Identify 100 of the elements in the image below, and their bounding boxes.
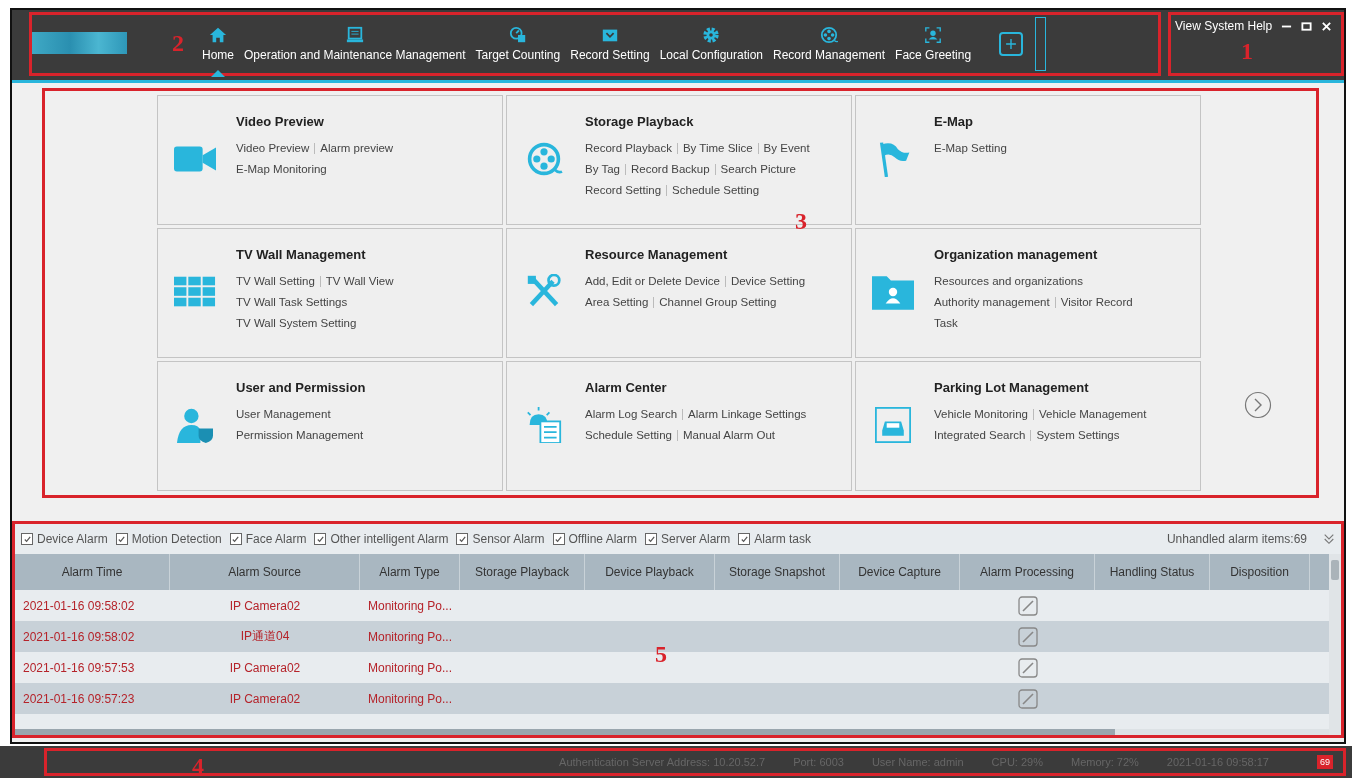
module-link[interactable]: Task — [934, 313, 958, 334]
module-link[interactable]: By Tag — [585, 159, 620, 180]
module-link[interactable]: Schedule Setting — [672, 180, 760, 201]
module-link[interactable]: Area Setting — [585, 292, 649, 313]
module-title: Organization management — [934, 247, 1098, 262]
module-link[interactable]: Permission Management — [236, 425, 364, 446]
module-link[interactable]: Schedule Setting — [585, 425, 672, 446]
module-link[interactable]: Alarm preview — [320, 138, 394, 159]
nav-tab[interactable]: Local Configuration — [655, 15, 768, 73]
user-shield-icon — [174, 407, 216, 443]
table-cell-text: Monitoring Po... — [367, 598, 454, 613]
module-link[interactable]: Resources and organizations — [934, 271, 1083, 292]
module-title: User and Permission — [236, 380, 366, 395]
add-button[interactable] — [999, 32, 1024, 56]
module-link[interactable]: Record Backup — [630, 159, 710, 180]
module-link[interactable]: Record Playback — [585, 138, 672, 159]
module-link[interactable]: E-Map Setting — [934, 138, 1007, 159]
module-title: TV Wall Management — [236, 247, 366, 262]
checkbox[interactable] — [21, 533, 33, 545]
module-link[interactable]: Vehicle Management — [1039, 404, 1147, 425]
chevron-right-icon — [1244, 391, 1272, 419]
filter-label: Device Alarm — [37, 532, 108, 546]
filter-label: Sensor Alarm — [472, 532, 545, 546]
module-link[interactable]: By Time Slice — [682, 138, 753, 159]
checkbox[interactable] — [229, 533, 242, 545]
menu-bar[interactable]: View System Help — [1175, 19, 1273, 33]
module-link[interactable]: Alarm Linkage Settings — [688, 404, 807, 425]
gauge-icon — [508, 26, 527, 44]
filter-checkbox[interactable]: Face Alarm — [229, 532, 307, 546]
table-cell-text: 2021-01-16 09:57:23 — [22, 691, 136, 706]
table-cell-text: 2021-01-16 09:57:53 — [22, 660, 136, 675]
table-cell-text: IP Camera02 — [228, 691, 302, 706]
table-cell-text: Monitoring Po... — [367, 691, 454, 706]
module-link[interactable]: TV Wall System Setting — [236, 313, 357, 334]
module-link[interactable]: TV Wall Task Settings — [236, 292, 348, 313]
module-link[interactable]: By Event — [763, 138, 810, 159]
checkbox[interactable] — [115, 533, 128, 545]
plus-icon — [1004, 37, 1019, 51]
checkbox[interactable] — [314, 533, 327, 545]
nav-tab[interactable]: Target Counting — [471, 15, 565, 73]
scroll-handle[interactable] — [1035, 17, 1047, 71]
car-icon — [872, 407, 914, 443]
horizontal-scrollbar[interactable] — [15, 729, 1329, 735]
module-link[interactable]: Search Picture — [720, 159, 796, 180]
vertical-scrollbar[interactable] — [1329, 554, 1341, 735]
checkbox[interactable] — [456, 533, 469, 545]
filter-label: Face Alarm — [245, 532, 307, 546]
callout-number: 2 — [172, 31, 184, 55]
alarm-count-badge[interactable]: 69 — [1317, 755, 1333, 769]
checkbox[interactable] — [645, 533, 657, 545]
table-cell-text: IP Camera02 — [228, 598, 302, 613]
filter-checkbox[interactable]: Offline Alarm — [552, 532, 637, 546]
module-link[interactable]: Add, Edit or Delete Device — [585, 271, 720, 292]
double-chevron-down-icon[interactable] — [1323, 533, 1335, 545]
module-link[interactable]: Manual Alarm Out — [682, 425, 775, 446]
module-title: Resource Management — [585, 247, 728, 262]
module-link[interactable]: E-Map Monitoring — [236, 159, 327, 180]
module-link[interactable]: Vehicle Monitoring — [934, 404, 1028, 425]
table-row[interactable]: 2021-01-16 09:57:23 IP Camera02 Monitoring Po... — [15, 683, 1329, 714]
callout-number: 3 — [795, 209, 807, 233]
folder-user-icon — [872, 274, 914, 310]
checkbox[interactable] — [738, 533, 751, 545]
monitor-icon — [345, 26, 364, 44]
table-cell-text: IP Camera02 — [228, 660, 302, 675]
table-cell-text: Monitoring Po... — [367, 629, 454, 644]
next-page-button[interactable] — [1244, 391, 1272, 419]
table-cell-text: Monitoring Po... — [367, 660, 454, 675]
nav-tab[interactable]: Record Management — [769, 15, 890, 73]
gear-icon — [702, 26, 721, 44]
module-link[interactable]: Video Preview — [236, 138, 310, 159]
module-link[interactable]: Integrated Search — [934, 425, 1026, 446]
module-link[interactable]: Visitor Record — [1060, 292, 1133, 313]
checkbox[interactable] — [552, 533, 565, 545]
module-link[interactable]: Alarm Log Search — [585, 404, 678, 425]
table-cell-text: IP通道04 — [239, 628, 291, 645]
filter-checkbox[interactable]: Alarm task — [738, 532, 812, 546]
nav-tab[interactable]: Home — [198, 15, 238, 73]
module-title: Parking Lot Management — [934, 380, 1089, 395]
module-link[interactable]: System Settings — [1036, 425, 1120, 446]
edit-icon[interactable] — [1017, 657, 1038, 678]
module-link[interactable]: Channel Group Setting — [659, 292, 777, 313]
maximize-icon[interactable] — [1301, 20, 1313, 32]
filter-checkbox[interactable]: Device Alarm — [21, 532, 108, 546]
module-link[interactable]: TV Wall View — [325, 271, 394, 292]
nav-tab[interactable]: Operation and Maintenance Management — [240, 15, 470, 73]
module-link[interactable]: TV Wall Setting — [236, 271, 315, 292]
module-link[interactable]: Device Setting — [730, 271, 806, 292]
filter-checkbox[interactable]: Server Alarm — [645, 532, 731, 546]
module-link[interactable]: User Management — [236, 404, 331, 425]
module-link[interactable]: Authority management — [934, 292, 1050, 313]
nav-tab[interactable]: Face Greeting — [891, 15, 976, 73]
close-icon[interactable] — [1321, 20, 1333, 32]
home-icon — [209, 26, 227, 44]
nav-tab[interactable]: Record Setting — [566, 15, 654, 73]
module-link[interactable]: Record Setting — [585, 180, 662, 201]
module-title: E-Map — [934, 114, 973, 129]
callout-number: 4 — [192, 754, 204, 778]
filter-checkbox[interactable]: Sensor Alarm — [456, 532, 545, 546]
edit-icon[interactable] — [1017, 595, 1038, 616]
unhandled-count: Unhandled alarm items:69 — [1166, 532, 1307, 546]
